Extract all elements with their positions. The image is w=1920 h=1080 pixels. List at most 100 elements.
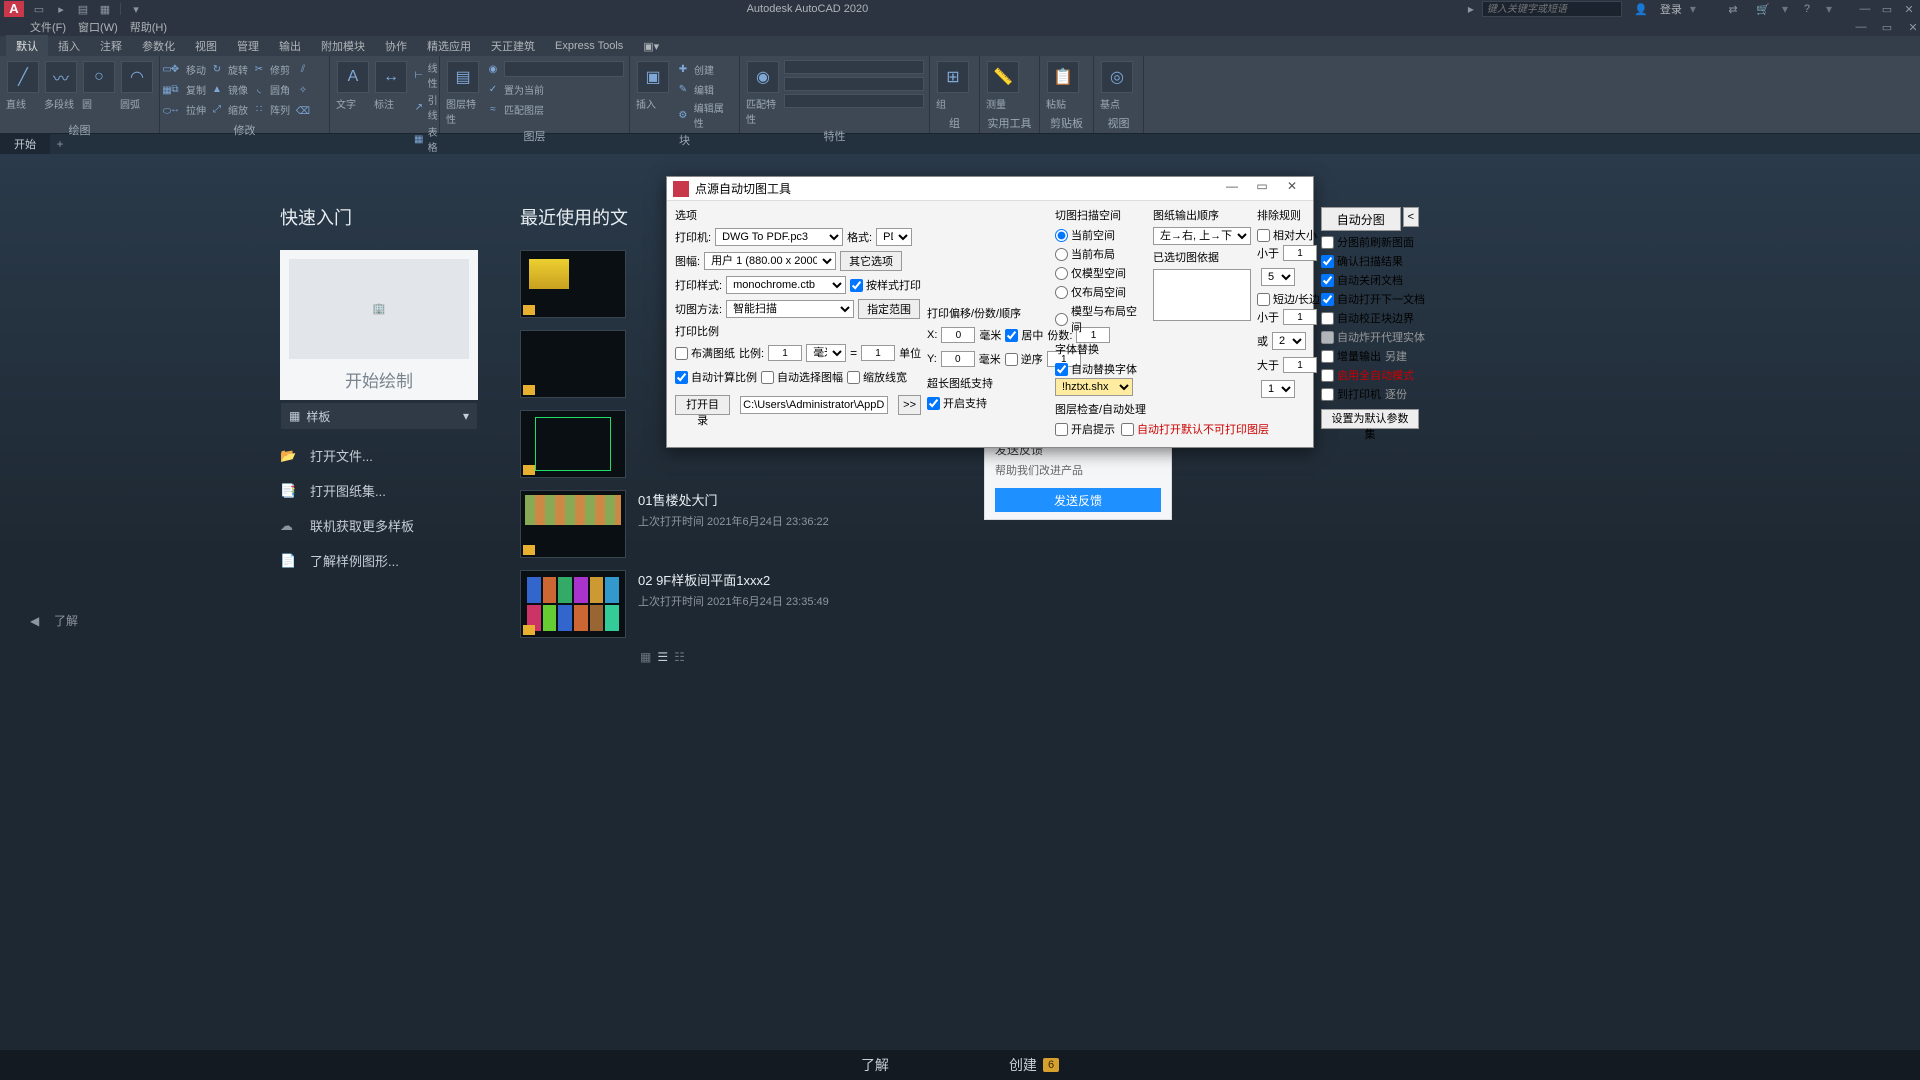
tab-view[interactable]: 视图 <box>185 35 227 57</box>
doc-tab-start[interactable]: 开始 <box>0 133 50 155</box>
cart-icon[interactable]: 🛒 <box>1755 1 1771 17</box>
text-icon[interactable]: A <box>337 61 369 93</box>
dlg-maximize-icon[interactable]: ▭ <box>1247 179 1277 199</box>
new-tab-icon[interactable]: + <box>50 137 70 151</box>
move-icon[interactable]: ✥ <box>167 61 183 77</box>
opt-d-checkbox[interactable] <box>1321 293 1334 306</box>
ribbon-collapse-icon[interactable]: ▣▾ <box>633 37 669 56</box>
shrink-lw-checkbox[interactable] <box>847 371 860 384</box>
opt-a-checkbox[interactable] <box>1321 236 1334 249</box>
learn-label[interactable]: 了解 <box>54 612 78 629</box>
qat-save-icon[interactable]: ▤ <box>75 1 91 17</box>
format-select[interactable]: PDF <box>876 228 912 246</box>
fill-paper-checkbox[interactable] <box>675 347 688 360</box>
unit-select[interactable]: 毫米 <box>806 344 846 362</box>
group-icon[interactable]: ⊞ <box>937 61 969 93</box>
selected-listbox[interactable] <box>1153 269 1251 321</box>
trim-icon[interactable]: ✂ <box>251 61 267 77</box>
block-edit-icon[interactable]: ✎ <box>675 81 691 97</box>
dir-input[interactable] <box>740 396 888 414</box>
mdi-close-icon[interactable]: ✕ <box>1906 20 1920 34</box>
setcurrent-icon[interactable]: ✓ <box>485 81 501 97</box>
explode-icon[interactable]: ✧ <box>295 82 311 98</box>
pline-icon[interactable]: 〰 <box>45 61 77 93</box>
relative-checkbox[interactable] <box>1257 229 1270 242</box>
line-icon[interactable]: ╱ <box>7 61 39 93</box>
mdi-max-icon[interactable]: ▭ <box>1880 20 1894 34</box>
layer-combo[interactable] <box>504 61 624 77</box>
gt-input[interactable] <box>1283 357 1317 373</box>
tab-addin[interactable]: 附加模块 <box>311 35 375 57</box>
output-order-select[interactable]: 左→右, 上→下 <box>1153 227 1251 245</box>
tab-express[interactable]: Express Tools <box>545 37 633 55</box>
panel-group[interactable]: 组 <box>936 113 973 133</box>
recent-item[interactable]: 02 9F样板间平面1xxx2上次打开时间 2021年6月24日 23:35:4… <box>520 570 840 638</box>
color-combo[interactable] <box>784 60 924 74</box>
panel-modify[interactable]: 修改 <box>166 120 323 140</box>
scan-both[interactable] <box>1055 313 1068 326</box>
lt2-input[interactable] <box>1283 309 1317 325</box>
paste-icon[interactable]: 📋 <box>1047 61 1079 93</box>
tab-tangent[interactable]: 天正建筑 <box>481 35 545 57</box>
tab-default[interactable]: 默认 <box>6 35 48 57</box>
exchange-icon[interactable]: ⇄ <box>1725 1 1741 17</box>
close-icon[interactable]: ✕ <box>1902 2 1916 16</box>
linetype-combo[interactable] <box>784 94 924 108</box>
tab-insert[interactable]: 插入 <box>48 35 90 57</box>
edge-checkbox[interactable] <box>1257 293 1270 306</box>
long-support-checkbox[interactable] <box>927 397 940 410</box>
login-label[interactable]: 登录 <box>1660 1 1682 17</box>
printer-select[interactable]: DWG To PDF.pc3 <box>715 228 843 246</box>
panel-clip[interactable]: 剪贴板 <box>1046 113 1087 133</box>
opt-g-checkbox[interactable] <box>1321 350 1334 363</box>
font-select[interactable]: !hztxt.shx <box>1055 378 1133 396</box>
collapse-button[interactable]: < <box>1403 207 1419 227</box>
arc-icon[interactable]: ◠ <box>121 61 153 93</box>
layer-props-icon[interactable]: ▤ <box>447 61 479 93</box>
copy-icon[interactable]: ⧉ <box>167 81 183 97</box>
auto-paper-checkbox[interactable] <box>761 371 774 384</box>
dlg-minimize-icon[interactable]: — <box>1217 179 1247 199</box>
scale-n2[interactable] <box>861 345 895 361</box>
panel-view[interactable]: 视图 <box>1100 113 1137 133</box>
measure-icon[interactable]: 📏 <box>987 61 1019 93</box>
stretch-icon[interactable]: ↔ <box>167 101 183 117</box>
block-attr-icon[interactable]: ⚙ <box>675 107 691 123</box>
browse-button[interactable]: >> <box>898 395 921 415</box>
open-sheetset-link[interactable]: 📑打开图纸集... <box>280 481 480 500</box>
by-style-checkbox[interactable] <box>850 279 863 292</box>
base-icon[interactable]: ◎ <box>1101 61 1133 93</box>
array-icon[interactable]: ∷ <box>251 101 267 117</box>
or-sel[interactable]: 2 <box>1272 332 1306 350</box>
dim-icon[interactable]: ↔ <box>375 61 407 93</box>
lt1-input[interactable] <box>1283 245 1317 261</box>
help-icon[interactable]: ? <box>1799 1 1815 17</box>
mdi-min-icon[interactable]: — <box>1854 20 1868 34</box>
specify-range-button[interactable]: 指定范围 <box>858 299 920 319</box>
block-create-icon[interactable]: ✚ <box>675 61 691 77</box>
gt-sel[interactable]: 1 <box>1261 380 1295 398</box>
matchlayer-icon[interactable]: ≈ <box>485 101 501 117</box>
online-templates-link[interactable]: ☁联机获取更多样板 <box>280 516 480 535</box>
tab-manage[interactable]: 管理 <box>227 35 269 57</box>
linear-icon[interactable]: ⊢ <box>413 67 425 83</box>
opt-c-checkbox[interactable] <box>1321 274 1334 287</box>
auto-font-checkbox[interactable] <box>1055 363 1068 376</box>
tab-annotate[interactable]: 注释 <box>90 35 132 57</box>
offset-x[interactable] <box>941 327 975 343</box>
menu-file[interactable]: 文件(F) <box>30 19 66 35</box>
dlg-close-icon[interactable]: ✕ <box>1277 179 1307 199</box>
auto-calc-checkbox[interactable] <box>675 371 688 384</box>
mirror-icon[interactable]: ▲ <box>209 81 225 97</box>
other-options-button[interactable]: 其它选项 <box>840 251 902 271</box>
bottom-create[interactable]: 创建6 <box>1009 1055 1059 1075</box>
qat-open-icon[interactable]: ▸ <box>53 1 69 17</box>
leader-icon[interactable]: ↗ <box>413 99 425 115</box>
panel-props[interactable]: 特性 <box>746 126 923 146</box>
view-grid-icon[interactable]: ▦ <box>640 650 651 664</box>
view-detail-icon[interactable]: ☷ <box>674 650 685 664</box>
match-props-icon[interactable]: ◉ <box>747 61 779 93</box>
reverse-checkbox[interactable] <box>1005 353 1018 366</box>
paper-select[interactable]: 用户 1 (880.00 x 2000.00 毫米) <box>704 252 836 270</box>
nav-prev-icon[interactable]: ◀ <box>30 614 39 628</box>
